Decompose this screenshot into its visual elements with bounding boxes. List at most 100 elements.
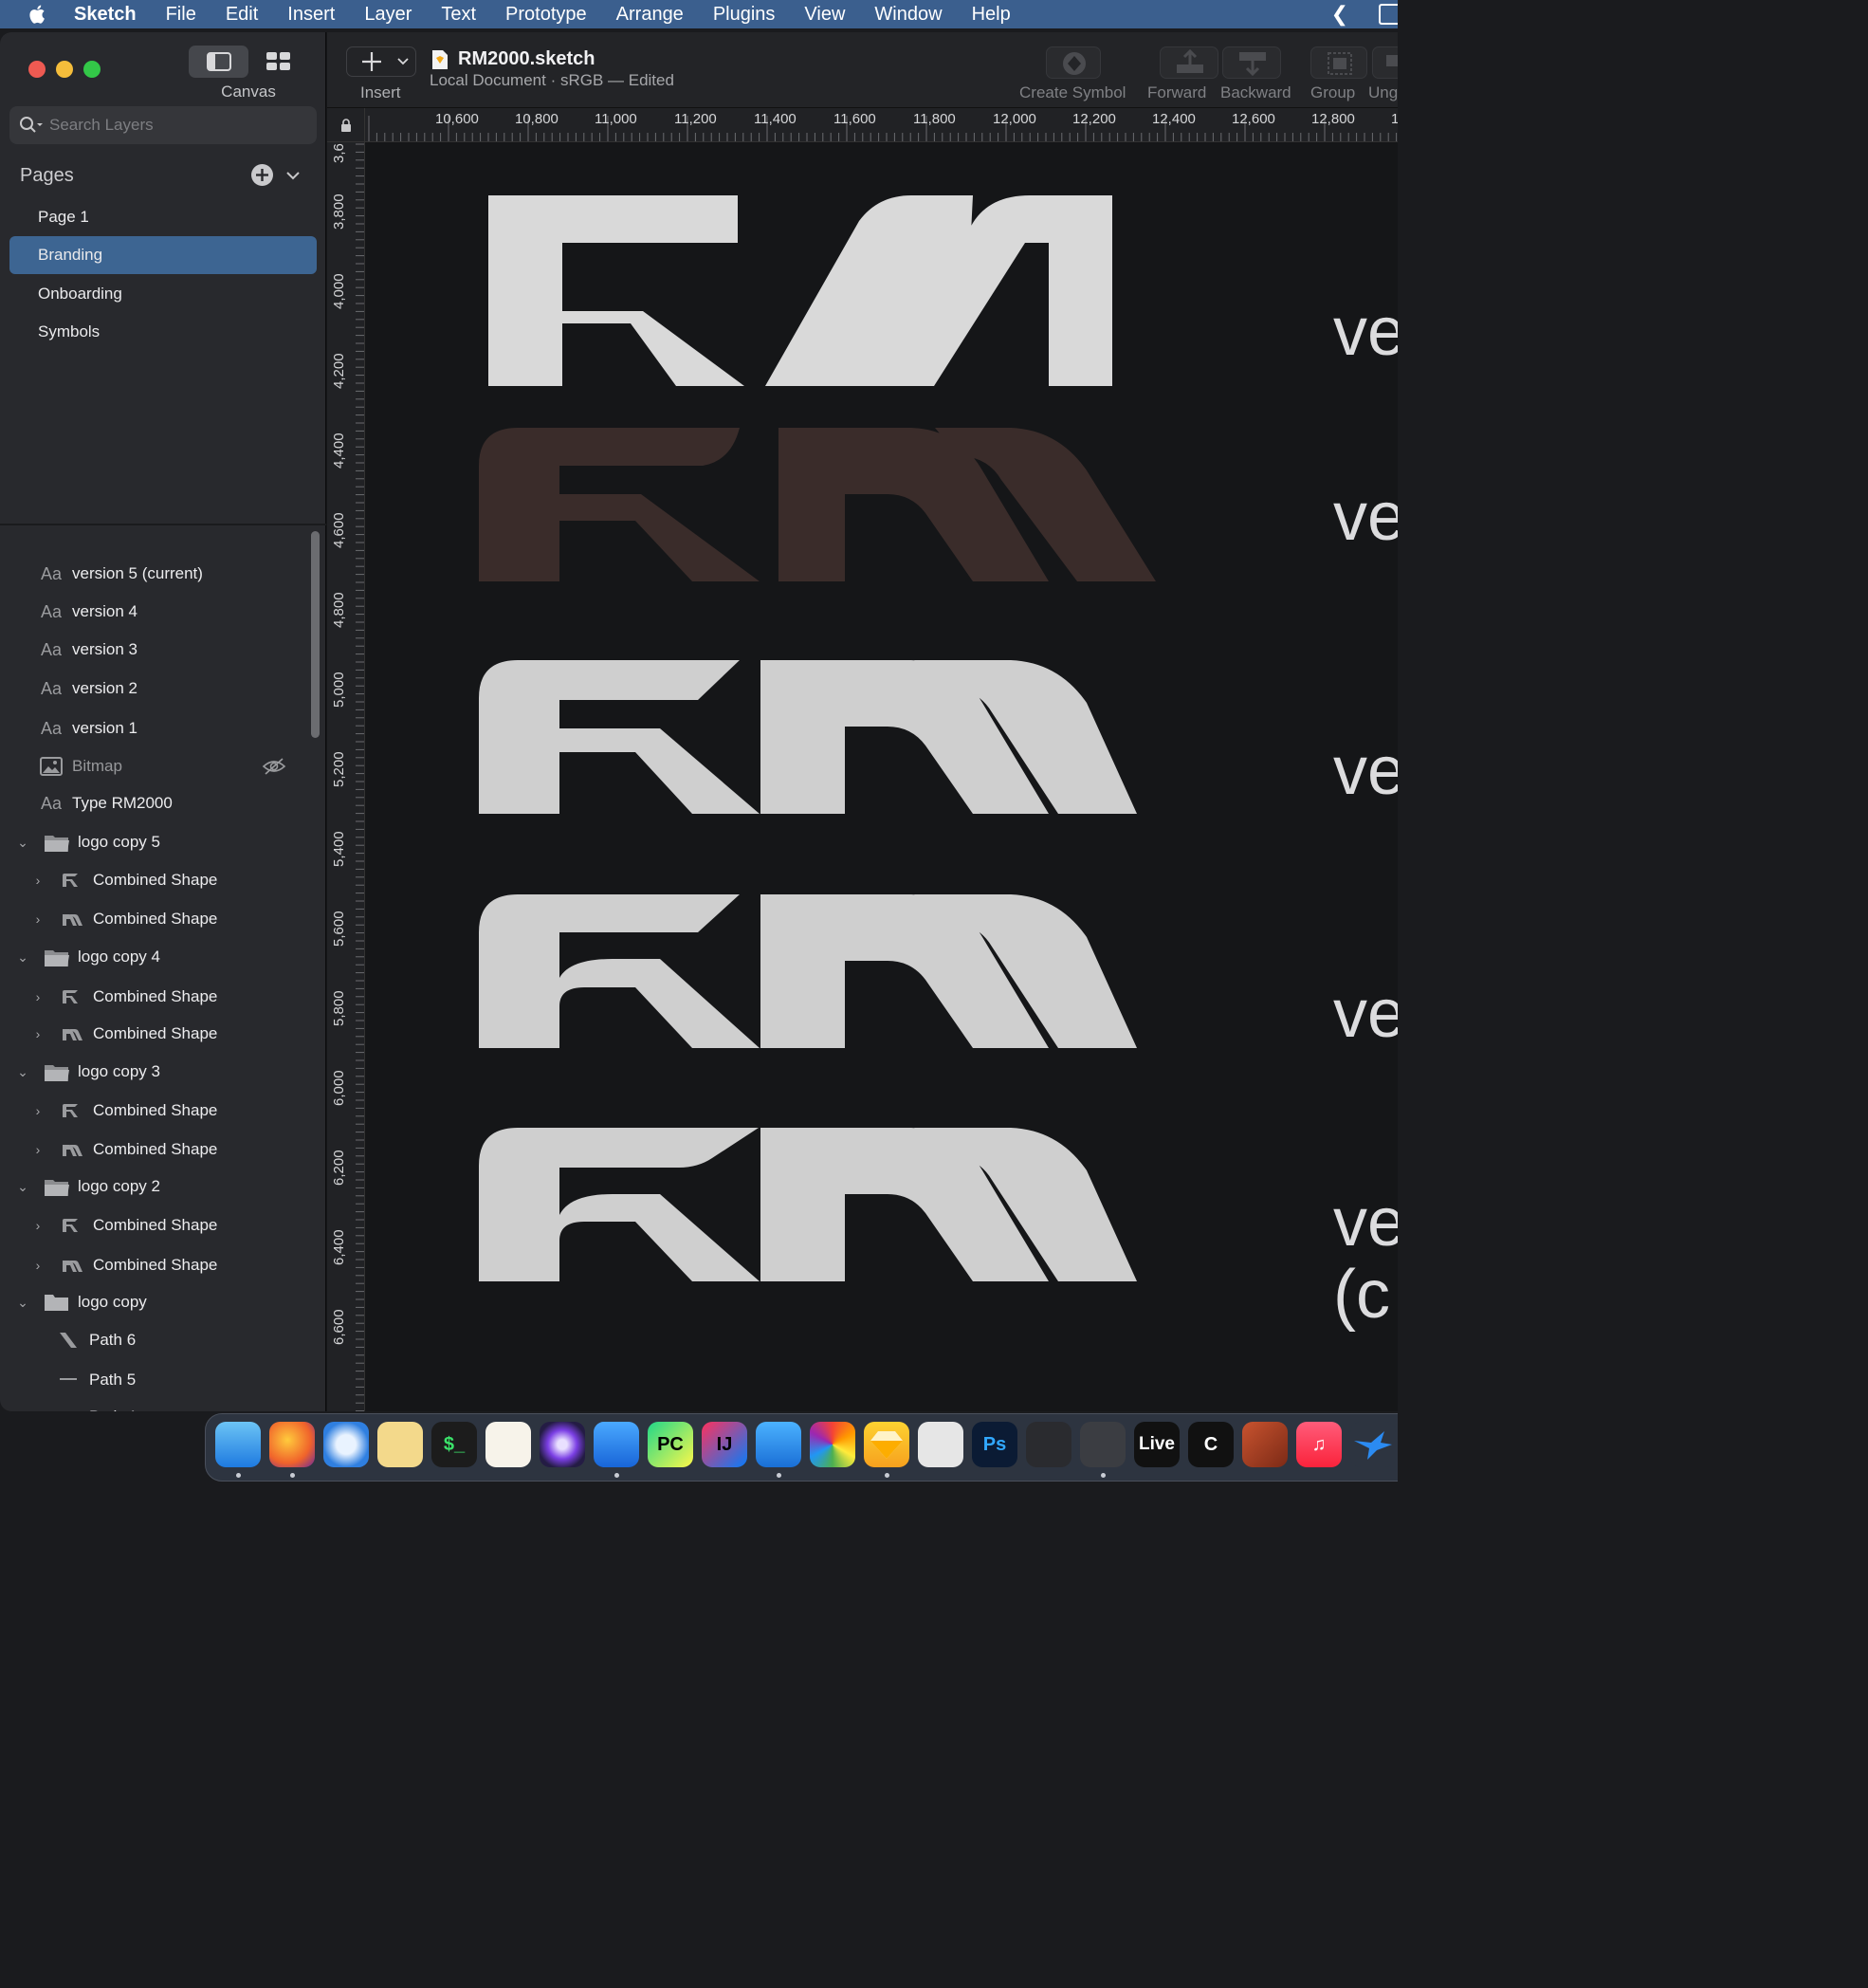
group-button[interactable] [1310, 46, 1367, 79]
components-view-button[interactable] [248, 46, 308, 78]
apple-icon[interactable] [27, 3, 49, 26]
dock-bird-icon[interactable] [1350, 1422, 1396, 1467]
dock-tor-icon[interactable] [540, 1422, 585, 1467]
chevron-right-icon[interactable]: › [30, 873, 46, 888]
menu-file[interactable]: File [166, 4, 196, 26]
page-item-branding[interactable]: Branding [9, 236, 317, 275]
hidden-eye-icon[interactable] [262, 757, 286, 776]
page-item-symbols[interactable]: Symbols [9, 313, 317, 351]
version-label-4[interactable]: ve [1333, 483, 1398, 551]
close-window-button[interactable] [28, 61, 46, 78]
dock-script-editor-icon[interactable] [377, 1422, 423, 1467]
layer-row[interactable]: › Combined Shape [30, 1093, 218, 1129]
layer-row[interactable]: › Combined Shape [30, 901, 218, 937]
dock-photos-icon[interactable] [810, 1422, 855, 1467]
logo-version-1[interactable] [479, 1128, 1137, 1281]
layer-row[interactable]: Bitmap [38, 748, 122, 784]
layer-row[interactable]: › Combined Shape [30, 1207, 218, 1243]
menu-edit[interactable]: Edit [226, 4, 258, 26]
chevron-left-icon[interactable]: ❮ [1331, 2, 1348, 27]
layer-row[interactable]: ⌄ logo copy 5 [15, 824, 160, 860]
chevron-down-icon[interactable]: ⌄ [15, 1064, 30, 1079]
logo-letter-r[interactable] [479, 428, 760, 581]
search-layers-input[interactable] [49, 116, 305, 135]
ungroup-button[interactable] [1372, 46, 1398, 79]
menu-prototype[interactable]: Prototype [505, 4, 587, 26]
dock-robinhood-icon[interactable] [1242, 1422, 1288, 1467]
dock-finder-icon[interactable] [215, 1422, 261, 1467]
design-canvas[interactable]: ve ve ve ve ve (c [366, 143, 1398, 1411]
dock-music-icon[interactable]: ♫ [1296, 1422, 1342, 1467]
ruler-lock[interactable] [327, 108, 365, 142]
layer-row[interactable]: › Combined Shape [30, 862, 218, 898]
version-label-3[interactable]: ve [1333, 737, 1398, 805]
dock-fork-icon[interactable] [756, 1422, 801, 1467]
chevron-down-icon[interactable] [284, 167, 302, 184]
chevron-down-icon[interactable]: ⌄ [15, 835, 30, 850]
forward-button[interactable] [1160, 46, 1218, 79]
insert-button[interactable] [346, 46, 416, 77]
layer-row[interactable]: › Combined Shape [30, 979, 218, 1015]
version-label-2[interactable]: ve [1333, 980, 1398, 1048]
version-label-1-line2[interactable]: (c [1333, 1261, 1390, 1329]
menu-help[interactable]: Help [972, 4, 1011, 26]
page-item-onboarding[interactable]: Onboarding [9, 275, 317, 313]
logo-letter-m[interactable] [760, 894, 1137, 1048]
dock-photoshop-icon[interactable]: Ps [972, 1422, 1017, 1467]
menu-window[interactable]: Window [874, 4, 942, 26]
minimize-window-button[interactable] [56, 61, 73, 78]
backward-button[interactable] [1222, 46, 1281, 79]
search-icon[interactable] [19, 116, 44, 135]
create-symbol-button[interactable] [1046, 46, 1101, 79]
vertical-ruler[interactable]: 3,6 3,800 4,000 4,200 4,400 4,600 4,800 5,000 5,… [327, 142, 365, 1411]
dock-live-icon[interactable]: Live [1134, 1422, 1180, 1467]
layer-row[interactable]: › Combined Shape [30, 1132, 218, 1168]
layer-row[interactable]: Aa version 2 [38, 671, 137, 707]
layer-row[interactable]: Aa version 3 [38, 632, 137, 668]
menu-layer[interactable]: Layer [364, 4, 412, 26]
dock-blender-icon[interactable] [1026, 1422, 1071, 1467]
dock-terminal-icon[interactable]: $_ [431, 1422, 477, 1467]
control-center-icon[interactable] [1379, 4, 1398, 25]
logo-version-5[interactable] [488, 195, 1112, 386]
layer-row[interactable]: ⌄ logo copy 3 [15, 1054, 160, 1090]
add-page-button[interactable] [251, 164, 273, 186]
layer-row[interactable]: › Combined Shape [30, 1247, 218, 1283]
dock-sketch-icon[interactable] [864, 1422, 909, 1467]
version-label-5[interactable]: ve [1333, 298, 1398, 366]
menu-text[interactable]: Text [441, 4, 476, 26]
layer-row[interactable]: Aa version 5 (current) [38, 556, 203, 592]
logo-version-4[interactable] [479, 428, 1156, 581]
dock-textedit-icon[interactable] [485, 1422, 531, 1467]
dock-thunderbird-icon[interactable] [323, 1422, 369, 1467]
logo-letter-m[interactable] [760, 660, 1137, 814]
horizontal-ruler[interactable]: 10,600 10,800 11,000 11,200 11,400 11,600 11,8… [365, 108, 1398, 142]
canvas-view-button[interactable] [189, 46, 248, 78]
logo-letter-r[interactable] [479, 1128, 760, 1281]
layer-row[interactable]: Aa version 4 [38, 594, 137, 630]
zoom-window-button[interactable] [83, 61, 101, 78]
logo-version-3[interactable] [479, 660, 1137, 814]
layer-row[interactable]: ⌄ logo copy 2 [15, 1169, 160, 1205]
dock-inkscape-icon[interactable] [918, 1422, 963, 1467]
logo-letter-m[interactable] [760, 1128, 1137, 1281]
chevron-right-icon[interactable]: › [30, 911, 46, 927]
dock-coda-icon[interactable]: C [1188, 1422, 1234, 1467]
chevron-down-icon[interactable]: ⌄ [15, 1179, 30, 1194]
layer-row[interactable]: ⌄ logo copy 4 [15, 939, 160, 975]
logo-letter-r[interactable] [488, 195, 744, 386]
chevron-right-icon[interactable]: › [30, 1258, 46, 1273]
chevron-right-icon[interactable]: › [30, 1103, 46, 1118]
layer-row[interactable]: Path 5 [55, 1362, 136, 1398]
menu-app-sketch[interactable]: Sketch [74, 4, 137, 26]
menu-view[interactable]: View [804, 4, 845, 26]
layer-row[interactable]: Aa version 1 [38, 710, 137, 746]
menu-plugins[interactable]: Plugins [713, 4, 776, 26]
layer-row[interactable]: Path 4 [55, 1399, 136, 1411]
dock-intellij-idea-icon[interactable]: IJ [702, 1422, 747, 1467]
menu-insert[interactable]: Insert [287, 4, 335, 26]
logo-letter-r[interactable] [479, 894, 760, 1048]
chevron-right-icon[interactable]: › [30, 1026, 46, 1041]
layer-row[interactable]: Path 6 [55, 1322, 136, 1358]
chevron-right-icon[interactable]: › [30, 1142, 46, 1157]
